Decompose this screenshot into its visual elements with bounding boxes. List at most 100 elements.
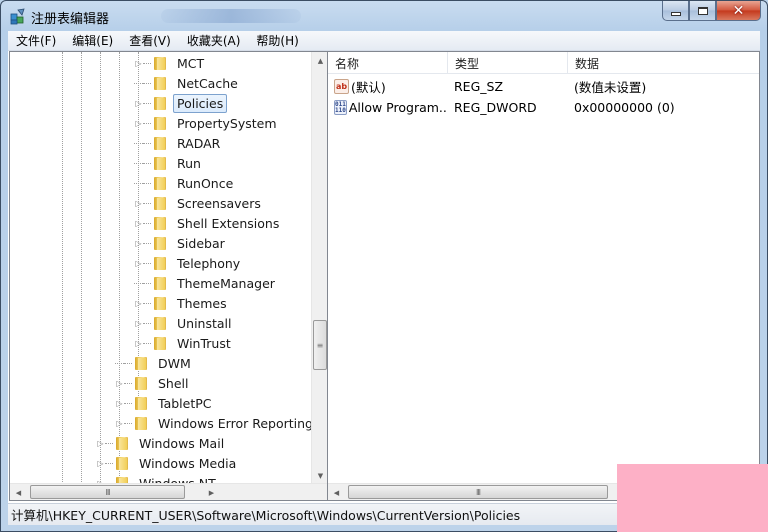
tree-item[interactable]: ▷ Policies (134, 93, 228, 113)
tree-item-label[interactable]: RunOnce (173, 174, 237, 193)
tree-item-label[interactable]: Policies (173, 93, 228, 113)
tree-connector (124, 382, 132, 384)
expand-arrow-icon[interactable]: ▷ (134, 219, 143, 228)
tree-item-label[interactable]: MCT (173, 54, 208, 73)
column-header-data[interactable]: 数据 (568, 52, 759, 74)
tree-item-label[interactable]: Telephony (173, 254, 244, 273)
tree-item[interactable]: ▷ PropertySystem (134, 113, 281, 133)
tree-item[interactable]: ThemeManager (134, 273, 279, 293)
tree-item[interactable]: ▷ Themes (134, 293, 231, 313)
tree-item[interactable]: ▷ Screensavers (134, 193, 265, 213)
string-value-icon: ab (334, 79, 349, 94)
close-button[interactable]: ✕ (716, 1, 761, 21)
list-row[interactable]: 011 110 Allow Program... REG_DWORD 0x0000… (328, 97, 759, 118)
menu-edit[interactable]: 编辑(E) (64, 32, 121, 49)
menu-help[interactable]: 帮助(H) (248, 32, 306, 49)
tree-connector (143, 342, 151, 344)
tree-connector (143, 102, 151, 104)
folder-icon (152, 315, 168, 331)
tree-item[interactable]: ▷ MCT (134, 53, 208, 73)
tree-item[interactable]: ▷ Windows Mail (96, 433, 228, 453)
tree-item-label[interactable]: WinTrust (173, 334, 235, 353)
expand-arrow-icon[interactable]: ▷ (134, 119, 143, 128)
tree-item-label[interactable]: Shell Extensions (173, 214, 283, 233)
tree-item[interactable]: Run (134, 153, 205, 173)
expand-arrow-icon[interactable]: ▷ (134, 299, 143, 308)
expand-arrow-icon[interactable]: ▷ (134, 99, 143, 108)
title-bar[interactable]: 注册表编辑器 ✕ (1, 1, 767, 31)
tree-item[interactable]: ▷ Shell (115, 373, 193, 393)
folder-icon (152, 135, 168, 151)
tree-item-label[interactable]: Themes (173, 294, 231, 313)
menu-view[interactable]: 查看(V) (121, 32, 179, 49)
expand-arrow-icon[interactable]: ▷ (134, 59, 143, 68)
list-horizontal-scroll-thumb[interactable]: III (348, 485, 608, 499)
tree-item-label[interactable]: Windows Error Reporting (154, 414, 317, 433)
tree-item-label[interactable]: Windows Media (135, 454, 240, 473)
expand-arrow-icon[interactable]: ▷ (115, 419, 124, 428)
scroll-left-icon[interactable]: ◀ (328, 484, 345, 500)
expand-arrow-icon[interactable]: ▷ (134, 319, 143, 328)
value-name: (默认) (351, 80, 386, 95)
scroll-left-icon[interactable]: ◀ (10, 484, 27, 500)
tree-item[interactable]: RunOnce (134, 173, 237, 193)
folder-icon (152, 295, 168, 311)
tree-item-label[interactable]: RADAR (173, 134, 224, 153)
tree-item-label[interactable]: NetCache (173, 74, 242, 93)
tree-item[interactable]: RADAR (134, 133, 224, 153)
menu-favorites[interactable]: 收藏夹(A) (179, 32, 249, 49)
registry-key-tree[interactable]: ▷ MCT NetCache ▷ Policies ▷ PropertySystem RADA… (9, 51, 329, 501)
tree-item[interactable]: ▷ WinTrust (134, 333, 235, 353)
expand-arrow-icon[interactable]: ▷ (134, 199, 143, 208)
column-header-name[interactable]: 名称 (328, 52, 448, 74)
tree-item[interactable]: ▷ Windows Media (96, 453, 240, 473)
tree-item-label[interactable]: ThemeManager (173, 274, 279, 293)
tree-item[interactable]: ▷ Windows Error Reporting (115, 413, 317, 433)
tree-item[interactable]: ▷ Sidebar (134, 233, 229, 253)
tree-connector (124, 422, 132, 424)
scroll-right-icon[interactable]: ▶ (203, 484, 220, 500)
expand-arrow-icon[interactable]: ▷ (134, 339, 143, 348)
tree-item-label[interactable]: Sidebar (173, 234, 229, 253)
tree-item-label[interactable]: Shell (154, 374, 193, 393)
tree-item-label[interactable]: Windows Mail (135, 434, 228, 453)
binary-value-icon: 011 110 (334, 100, 347, 115)
tree-connector (143, 242, 151, 244)
value-name: Allow Program... (348, 100, 448, 115)
value-type: REG_DWORD (454, 100, 537, 115)
folder-icon (152, 155, 168, 171)
tree-horizontal-scrollbar[interactable]: ◀ III ▶ (10, 483, 328, 500)
maximize-button[interactable] (689, 1, 716, 21)
tree-item-label[interactable]: DWM (154, 354, 195, 373)
expand-arrow-icon[interactable]: ▷ (96, 439, 105, 448)
tree-connector (134, 82, 143, 84)
tree-item-label[interactable]: PropertySystem (173, 114, 281, 133)
expand-arrow-icon[interactable]: ▷ (115, 379, 124, 388)
tree-item[interactable]: ▷ Shell Extensions (134, 213, 283, 233)
expand-arrow-icon[interactable]: ▷ (115, 399, 124, 408)
value-data: 0x00000000 (0) (574, 100, 675, 115)
tree-item-label[interactable]: Uninstall (173, 314, 236, 333)
tree-item[interactable]: ▷ TabletPC (115, 393, 216, 413)
expand-arrow-icon[interactable]: ▷ (134, 239, 143, 248)
tree-item[interactable]: NetCache (134, 73, 242, 93)
tree-vertical-scrollbar[interactable]: ▲ ≡ ▼ (311, 52, 328, 484)
tree-item-label[interactable]: Screensavers (173, 194, 265, 213)
tree-connector (105, 442, 113, 444)
tree-item[interactable]: DWM (115, 353, 195, 373)
tree-connector (124, 362, 132, 364)
list-row[interactable]: ab (默认) REG_SZ (数值未设置) (328, 76, 759, 97)
menu-file[interactable]: 文件(F) (8, 32, 64, 49)
tree-item-label[interactable]: TabletPC (154, 394, 216, 413)
tree-vertical-scroll-thumb[interactable]: ≡ (313, 320, 327, 370)
tree-horizontal-scroll-thumb[interactable]: III (30, 485, 185, 499)
expand-arrow-icon[interactable]: ▷ (96, 459, 105, 468)
column-header-type[interactable]: 类型 (448, 52, 568, 74)
minimize-button[interactable] (662, 1, 689, 21)
expand-arrow-icon[interactable]: ▷ (134, 259, 143, 268)
folder-icon (133, 415, 149, 431)
tree-item[interactable]: ▷ Uninstall (134, 313, 236, 333)
registry-values-list[interactable]: 名称 类型 数据 ab (默认) REG_SZ (数值未设置) 011 110 A… (327, 51, 760, 501)
tree-item-label[interactable]: Run (173, 154, 205, 173)
tree-item[interactable]: ▷ Telephony (134, 253, 244, 273)
